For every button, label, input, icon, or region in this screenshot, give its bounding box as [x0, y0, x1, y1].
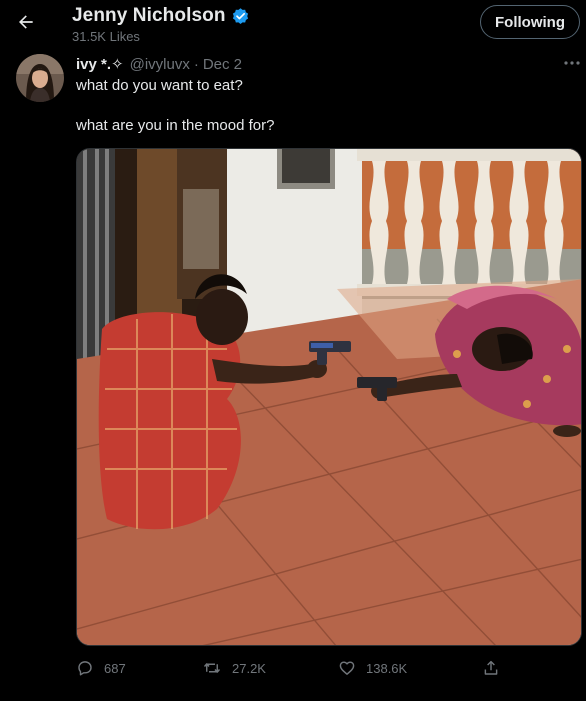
retweet-button[interactable]: 27.2K: [202, 654, 266, 682]
more-options-button[interactable]: [562, 55, 582, 71]
back-button[interactable]: [12, 8, 40, 36]
reply-button[interactable]: 687: [76, 654, 126, 682]
tweet-text-line-1: what do you want to eat?: [76, 77, 243, 94]
avatar[interactable]: [16, 54, 64, 102]
arrow-left-icon: [19, 15, 33, 29]
retweet-count: 27.2K: [232, 660, 266, 676]
header-title-row: Jenny Nicholson: [72, 5, 250, 27]
following-button[interactable]: Following: [480, 5, 580, 39]
like-count: 138.6K: [366, 660, 408, 676]
more-options-icon: [564, 61, 580, 65]
share-icon: [484, 660, 498, 675]
photo-image: [77, 149, 581, 645]
tweet-date[interactable]: Dec 2: [203, 56, 242, 73]
tweet-text-line-2: what are you in the mood for?: [76, 117, 275, 134]
verified-badge-icon: [232, 7, 248, 24]
heart-icon: [339, 661, 355, 675]
like-button[interactable]: 138.6K: [338, 654, 407, 682]
author-handle[interactable]: @ivyluvx: [130, 56, 190, 73]
tweet-actions-bar: 687 27.2K 138.6K: [76, 654, 582, 682]
reply-bubble-icon: [78, 661, 92, 676]
tweet-photo[interactable]: [76, 148, 582, 646]
page-title: Jenny Nicholson: [72, 5, 226, 26]
profile-header: Jenny Nicholson 31.5K Likes Following: [0, 0, 586, 46]
avatar-image: [16, 54, 64, 102]
separator-dot: ·: [193, 55, 199, 73]
likes-count: 31.5K Likes: [72, 29, 140, 44]
share-button[interactable]: [482, 654, 500, 682]
retweet-icon: [203, 663, 221, 673]
tweet-author-row: ivy *.✧ @ivyluvx · Dec 2: [76, 55, 242, 74]
reply-count: 687: [104, 660, 126, 676]
author-name[interactable]: ivy *.✧: [76, 55, 124, 73]
